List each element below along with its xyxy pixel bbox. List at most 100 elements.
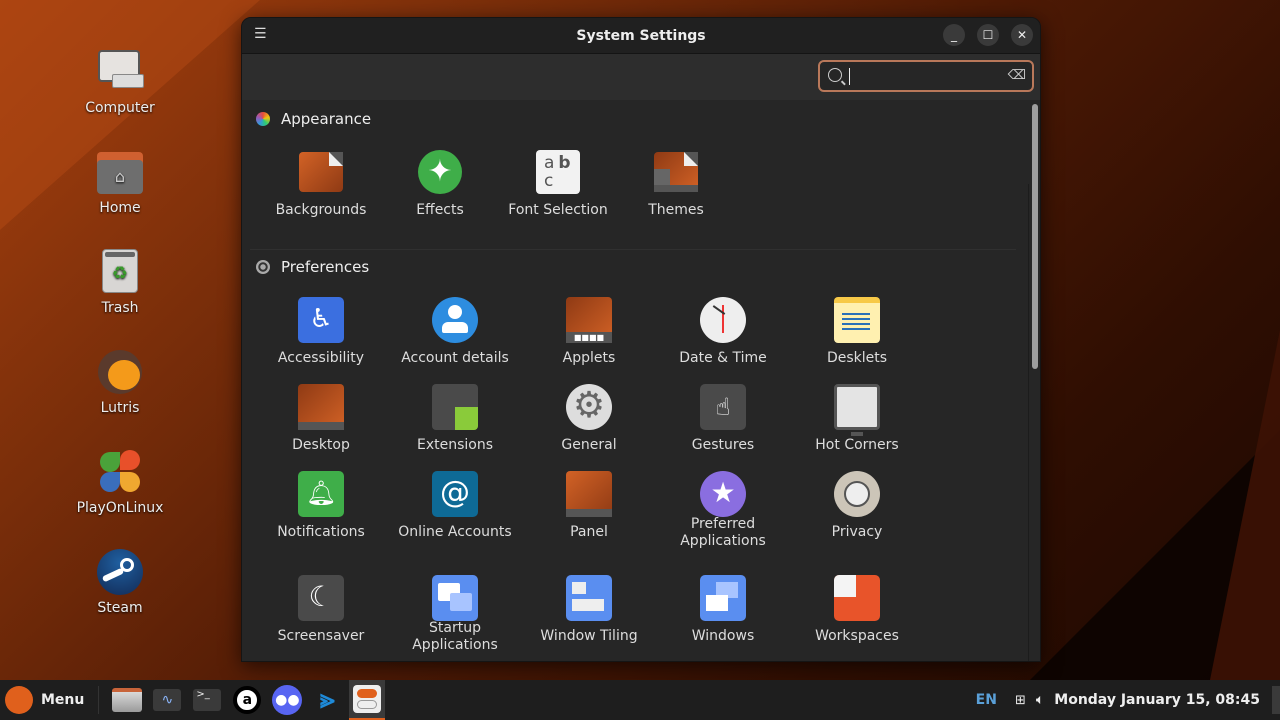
gestures-icon: ☝ <box>700 384 746 430</box>
trash-icon: ♻ <box>96 248 144 296</box>
account-details-icon <box>432 297 478 343</box>
steam-icon <box>96 548 144 596</box>
screensaver-icon: ☾ <box>298 575 344 621</box>
taskbar-vscode[interactable]: ⪢ <box>309 680 345 720</box>
online-accounts-icon: @ <box>432 471 478 517</box>
taskbar-terminal[interactable]: >_ <box>189 680 225 720</box>
extensions-icon <box>432 384 478 430</box>
settings-item-hot-corners[interactable]: Hot Corners <box>790 384 924 454</box>
desklets-icon <box>834 297 880 343</box>
settings-item-preferred-applications[interactable]: ★ Preferred Applications <box>656 471 790 550</box>
system-settings-window: ☰ System Settings _ ☐ ✕ ⌫ Appearance Bac… <box>241 17 1041 662</box>
scrollbar-thumb[interactable] <box>1032 104 1038 369</box>
panel-separator <box>98 686 100 714</box>
preferences-icon <box>256 260 270 274</box>
desktop-icon-computer[interactable]: Computer <box>70 48 170 116</box>
settings-item-online-accounts[interactable]: @ Online Accounts <box>388 471 522 541</box>
computer-icon <box>96 48 144 96</box>
settings-item-general[interactable]: ⚙ General <box>522 384 656 454</box>
anydesk-icon: a <box>233 686 262 714</box>
search-input[interactable]: ⌫ <box>818 60 1034 92</box>
close-button[interactable]: ✕ <box>1011 24 1033 46</box>
settings-item-accessibility[interactable]: ♿︎ Accessibility <box>254 297 388 367</box>
system-tray: EN ⊞ 🔈︎ Monday January 15, 08:45 <box>976 680 1280 720</box>
settings-item-gestures[interactable]: ☝ Gestures <box>656 384 790 454</box>
settings-item-startup-applications[interactable]: Startup Applications <box>388 575 522 654</box>
settings-item-window-tiling[interactable]: Window Tiling <box>522 575 656 645</box>
notifications-icon: 🔔︎ <box>298 471 344 517</box>
settings-item-extensions[interactable]: Extensions <box>388 384 522 454</box>
applets-icon: ■■■■ <box>566 297 612 343</box>
maximize-button[interactable]: ☐ <box>977 24 999 46</box>
taskbar-discord[interactable]: ●● <box>269 680 305 720</box>
menu-button[interactable]: Menu <box>0 680 84 720</box>
appearance-icon <box>256 112 270 126</box>
taskbar-file-manager[interactable] <box>109 680 145 720</box>
search-icon <box>828 68 842 82</box>
vscode-icon: ⪢ <box>320 685 335 715</box>
clear-search-icon[interactable]: ⌫ <box>1008 68 1026 83</box>
backgrounds-icon <box>298 149 344 195</box>
title-bar[interactable]: ☰ System Settings _ ☐ ✕ <box>242 18 1040 54</box>
date-time-icon <box>700 297 746 343</box>
settings-item-notifications[interactable]: 🔔︎ Notifications <box>254 471 388 541</box>
discord-icon: ●● <box>272 685 303 715</box>
network-icon[interactable]: ⊞ <box>1015 693 1026 708</box>
text-cursor <box>849 68 850 85</box>
settings-item-panel[interactable]: Panel <box>522 471 656 541</box>
settings-item-effects[interactable]: ✦ Effects <box>373 149 507 219</box>
startup-applications-icon <box>432 575 478 621</box>
hamburger-menu-icon[interactable]: ☰ <box>254 27 267 41</box>
general-icon: ⚙ <box>566 384 612 430</box>
system-monitor-icon: ∿ <box>153 689 182 711</box>
window-title: System Settings <box>576 27 706 44</box>
settings-item-privacy[interactable]: Privacy <box>790 471 924 541</box>
desktop-icon-trash[interactable]: ♻ Trash <box>70 248 170 316</box>
effects-icon: ✦ <box>417 149 463 195</box>
settings-item-desklets[interactable]: Desklets <box>790 297 924 367</box>
settings-item-applets[interactable]: ■■■■ Applets <box>522 297 656 367</box>
folder-icon <box>112 688 143 712</box>
settings-item-backgrounds[interactable]: Backgrounds <box>254 149 388 219</box>
preferred-applications-icon: ★ <box>700 471 746 517</box>
accessibility-icon: ♿︎ <box>298 297 344 343</box>
themes-icon <box>653 149 699 195</box>
settings-item-windows[interactable]: Windows <box>656 575 790 645</box>
clock[interactable]: Monday January 15, 08:45 <box>1054 692 1260 708</box>
desktop-icon-playonlinux[interactable]: PlayOnLinux <box>70 448 170 516</box>
hot-corners-icon <box>834 384 880 436</box>
keyboard-layout-indicator[interactable]: EN <box>976 692 997 708</box>
settings-item-account-details[interactable]: Account details <box>388 297 522 367</box>
bottom-panel: Menu ∿ >_ a ●● ⪢ EN ⊞ 🔈︎ Monday January … <box>0 680 1280 720</box>
settings-item-desktop[interactable]: Desktop <box>254 384 388 454</box>
lutris-icon <box>96 348 144 396</box>
desktop-icon-lutris[interactable]: Lutris <box>70 348 170 416</box>
taskbar-system-monitor[interactable]: ∿ <box>149 680 185 720</box>
section-header-appearance: Appearance <box>256 110 371 128</box>
workspaces-icon <box>834 575 880 621</box>
volume-icon[interactable]: 🔈︎ <box>1036 692 1044 708</box>
settings-item-font-selection[interactable]: abc Font Selection <box>491 149 625 219</box>
settings-item-workspaces[interactable]: Workspaces <box>790 575 924 645</box>
windows-icon <box>700 575 746 621</box>
settings-content: Appearance Backgrounds ✦ Effects abc Fon… <box>242 101 1040 661</box>
home-folder-icon: ⌂ <box>96 148 144 196</box>
taskbar-system-settings[interactable] <box>349 680 386 720</box>
window-tiling-icon <box>566 575 612 621</box>
taskbar-anydesk[interactable]: a <box>229 680 265 720</box>
settings-item-date-time[interactable]: Date & Time <box>656 297 790 367</box>
settings-toggle-icon <box>353 685 382 713</box>
settings-item-screensaver[interactable]: ☾ Screensaver <box>254 575 388 645</box>
terminal-icon: >_ <box>193 689 222 711</box>
font-selection-icon: abc <box>535 149 581 195</box>
desktop-icon-home[interactable]: ⌂ Home <box>70 148 170 216</box>
panel-icon <box>566 471 612 517</box>
toolbar: ⌫ <box>242 54 1040 100</box>
privacy-icon <box>834 471 880 517</box>
section-divider <box>250 249 1016 250</box>
minimize-button[interactable]: _ <box>943 24 965 46</box>
menu-logo-icon <box>5 686 33 714</box>
settings-item-themes[interactable]: Themes <box>609 149 743 219</box>
desktop-icon-steam[interactable]: Steam <box>70 548 170 616</box>
show-desktop-button[interactable] <box>1272 686 1280 714</box>
